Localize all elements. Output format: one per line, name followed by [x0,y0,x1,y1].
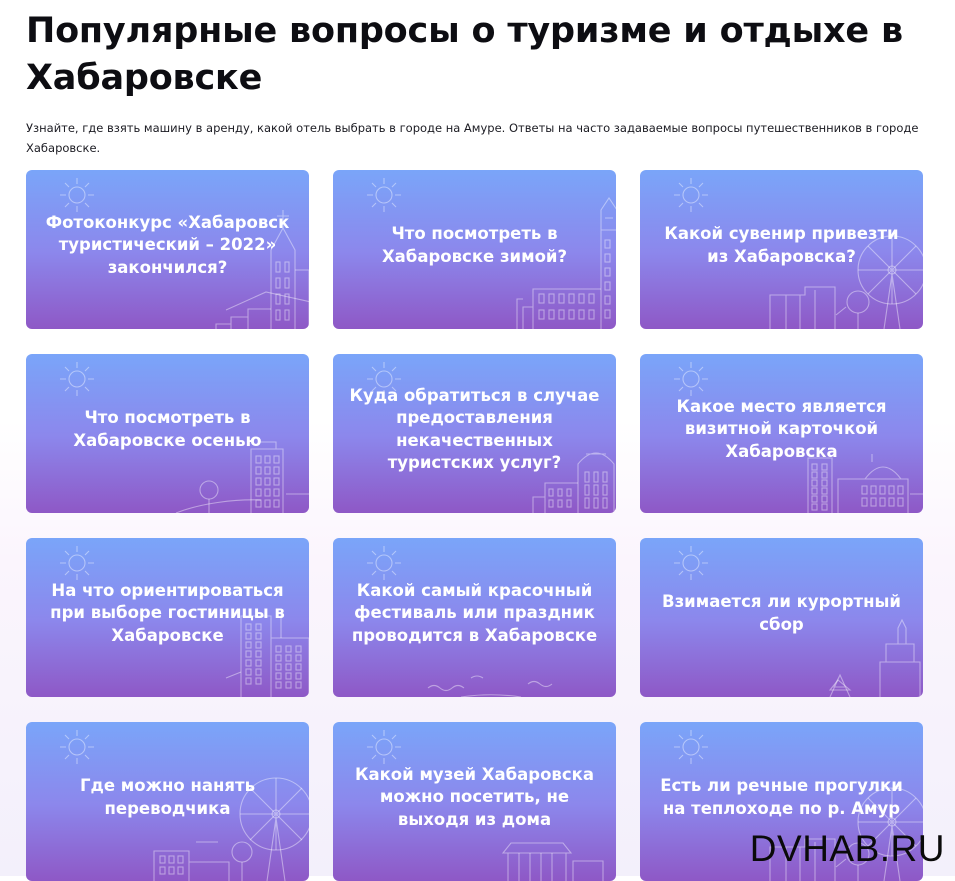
faq-card-title: Взимается ли курортный сбор [662,592,901,634]
faq-card-title: Какой музей Хабаровска можно посетить, н… [354,764,594,829]
page-intro: Узнайте, где взять машину в аренду, како… [26,121,919,155]
faq-card[interactable]: Взимается ли курортный сбор [640,538,923,697]
faq-card-title: Какой самый красочный фестиваль или праз… [351,580,598,645]
faq-card[interactable]: Что посмотреть в Хабаровске зимой? [333,170,616,329]
site-watermark: DVHAB.RU [749,828,945,869]
faq-card[interactable]: Какой музей Хабаровска можно посетить, н… [333,722,616,881]
faq-card[interactable]: Фотоконкурс «Хабаровск туристический – 2… [26,170,309,329]
faq-card[interactable]: На что ориентироваться при выборе гостин… [26,538,309,697]
faq-card-title: Где можно нанять переводчика [79,776,256,818]
faq-card[interactable]: Где можно нанять переводчика [26,722,309,881]
faq-card-title: Какое место является визитной карточкой … [676,396,887,461]
faq-card-title: Куда обратиться в случае предоставления … [349,385,600,473]
faq-card[interactable]: Какой самый красочный фестиваль или праз… [333,538,616,697]
faq-card[interactable]: Какой сувенир привезти из Хабаровска? [640,170,923,329]
faq-card-title: На что ориентироваться при выборе гостин… [50,580,285,645]
faq-card-title: Что посмотреть в Хабаровске осенью [73,408,262,450]
faq-card[interactable]: Куда обратиться в случае предоставления … [333,354,616,513]
faq-card[interactable]: Что посмотреть в Хабаровске осенью [26,354,309,513]
page-title: Популярные вопросы о туризме и отдыхе в … [26,11,903,98]
faq-card-title: Что посмотреть в Хабаровске зимой? [381,224,568,266]
faq-card[interactable]: Какое место является визитной карточкой … [640,354,923,513]
faq-card-title: Какой сувенир привезти из Хабаровска? [664,224,899,266]
faq-card-title: Фотоконкурс «Хабаровск туристический – 2… [45,212,290,277]
